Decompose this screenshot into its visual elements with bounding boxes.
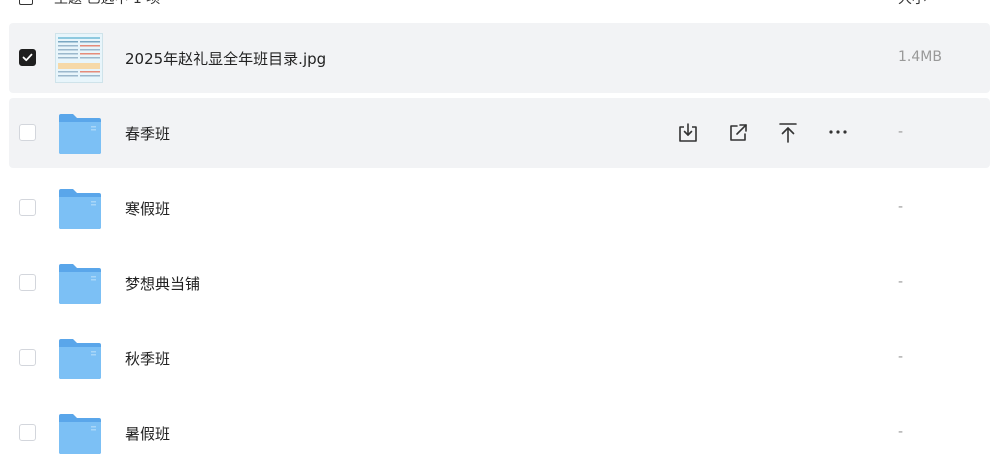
folder-name[interactable]: 春季班: [125, 123, 170, 144]
share-icon[interactable]: [725, 120, 751, 146]
folder-icon: [57, 262, 103, 306]
folder-name[interactable]: 暑假班: [125, 423, 170, 444]
file-size: -: [898, 424, 904, 440]
folder-name[interactable]: 梦想典当铺: [125, 273, 200, 294]
folder-row[interactable]: 秋季班 -: [9, 323, 990, 393]
file-size: -: [898, 274, 904, 290]
file-row[interactable]: 2025年赵礼显全年班目录.jpg 1.4MB: [9, 23, 990, 93]
row-checkbox[interactable]: [19, 49, 36, 66]
size-column-header[interactable]: 大小: [898, 0, 926, 8]
select-all-checkbox[interactable]: [19, 0, 33, 5]
check-icon: [22, 53, 33, 62]
row-checkbox[interactable]: [19, 199, 36, 216]
folder-name[interactable]: 秋季班: [125, 348, 170, 369]
folder-icon: [57, 112, 103, 156]
row-checkbox[interactable]: [19, 424, 36, 441]
folder-row[interactable]: 梦想典当铺 -: [9, 248, 990, 318]
row-checkbox[interactable]: [19, 124, 36, 141]
file-list-page: 主题 已选中 1 项 大小: [0, 0, 990, 465]
more-icon[interactable]: [825, 120, 851, 146]
file-size: -: [898, 199, 904, 215]
download-icon[interactable]: [675, 120, 701, 146]
folder-icon: [57, 412, 103, 456]
upload-to-top-icon[interactable]: [775, 120, 801, 146]
file-size: -: [898, 349, 904, 365]
list-header: 主题 已选中 1 项 大小: [0, 0, 990, 10]
file-size: -: [898, 124, 904, 140]
folder-row[interactable]: 暑假班 -: [9, 398, 990, 465]
folder-name[interactable]: 寒假班: [125, 198, 170, 219]
row-checkbox[interactable]: [19, 274, 36, 291]
file-size: 1.4MB: [898, 49, 942, 65]
folder-icon: [57, 187, 103, 231]
file-name[interactable]: 2025年赵礼显全年班目录.jpg: [125, 48, 326, 69]
image-thumbnail: [55, 33, 103, 83]
row-checkbox[interactable]: [19, 349, 36, 366]
folder-row[interactable]: 寒假班 -: [9, 173, 990, 243]
folder-row[interactable]: 春季班 -: [9, 98, 990, 168]
header-label: 主题 已选中 1 项: [54, 0, 160, 8]
folder-icon: [57, 337, 103, 381]
